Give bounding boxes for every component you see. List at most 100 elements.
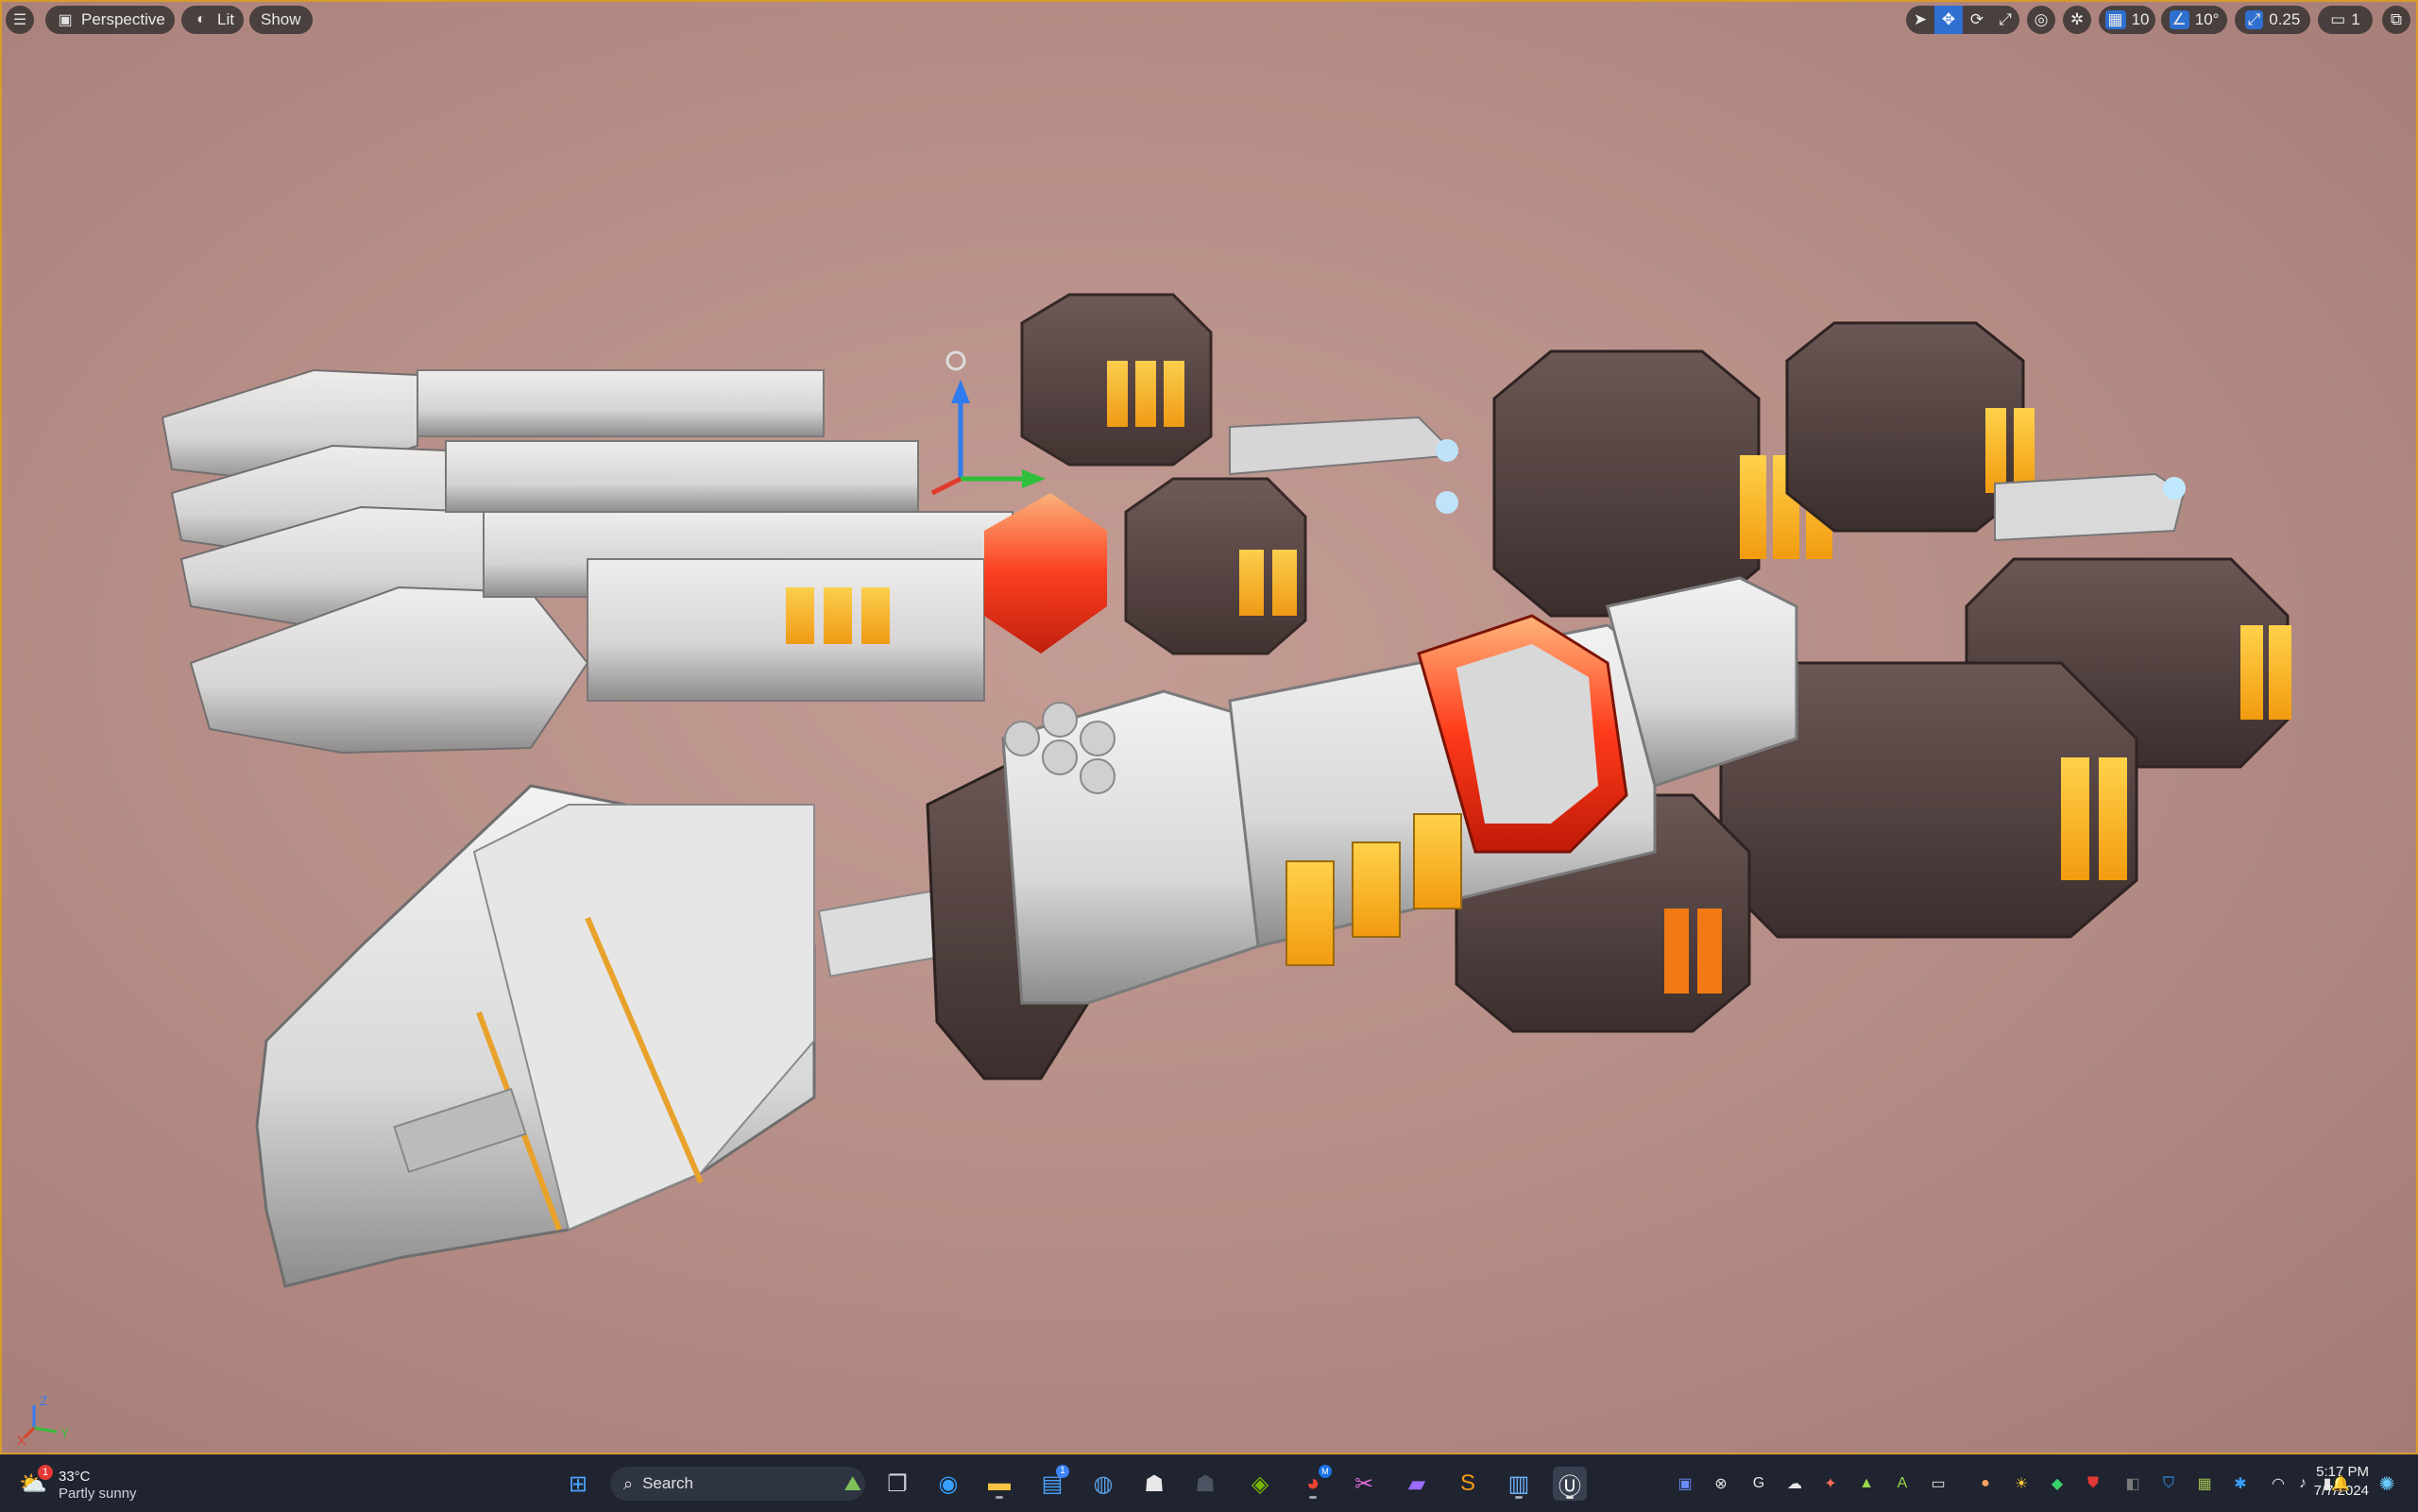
search-highlight-icon: ⛰ bbox=[843, 1471, 861, 1495]
cube-icon: ▣ bbox=[58, 12, 73, 28]
back-ship-row bbox=[161, 293, 1459, 755]
scale-snap-value: 0.25 bbox=[2269, 10, 2301, 28]
perspective-label: Perspective bbox=[81, 10, 165, 28]
globe-icon: ◍ bbox=[1093, 1470, 1114, 1497]
dark-app-button[interactable]: ☗ bbox=[1188, 1467, 1222, 1501]
grid-icon: ▦ bbox=[2104, 10, 2126, 29]
windows-taskbar: ⛅ 1 33°C Partly sunny ⊞ ⌕ Search ⛰ ❐ ◉ ▬… bbox=[0, 1454, 2418, 1512]
axis-y-label: Y bbox=[60, 1425, 70, 1440]
cloud-tray-icon[interactable]: ☁ bbox=[1783, 1472, 1806, 1495]
lit-dropdown[interactable]: ◐ Lit bbox=[181, 6, 244, 34]
cursor-icon: ➤ bbox=[1913, 10, 1928, 28]
globe-icon: ◎ bbox=[2034, 10, 2049, 28]
axis-z-label: Z bbox=[40, 1393, 48, 1408]
bluetooth-tray-icon[interactable]: ✱ bbox=[2229, 1472, 2252, 1495]
store-badge: 1 bbox=[1056, 1465, 1069, 1478]
rotate-icon: ⟳ bbox=[1969, 10, 1984, 28]
edge-button[interactable]: ◉ bbox=[931, 1467, 965, 1501]
maximize-icon: ⧉ bbox=[2390, 10, 2403, 28]
clock-time: 5:17 PM bbox=[2316, 1464, 2369, 1480]
alien-dark-icon: ☗ bbox=[1195, 1470, 1216, 1497]
camera-speed-value: 1 bbox=[2351, 10, 2360, 28]
mcafee-tray-icon[interactable]: ⛊ bbox=[2082, 1472, 2104, 1495]
surface-snap-icon: ✲ bbox=[2069, 10, 2085, 28]
unreal-engine-button[interactable]: Ⓤ bbox=[1553, 1467, 1587, 1501]
weather-badge: 1 bbox=[38, 1465, 53, 1480]
folder-icon: ▬ bbox=[988, 1470, 1011, 1496]
notepad-icon: ▥ bbox=[1507, 1470, 1530, 1497]
perspective-dropdown[interactable]: ▣ Perspective bbox=[45, 6, 175, 34]
xbox-tray-icon[interactable]: ⊗ bbox=[1710, 1472, 1732, 1495]
clipchamp-button[interactable]: ▰ bbox=[1400, 1467, 1434, 1501]
weather-widget[interactable]: ⛅ 1 33°C Partly sunny bbox=[17, 1465, 206, 1504]
scissors-icon: ✂ bbox=[1354, 1470, 1374, 1497]
nvidia-tray-icon[interactable]: ◆ bbox=[2046, 1472, 2069, 1495]
task-view-button[interactable]: ❐ bbox=[880, 1467, 914, 1501]
lit-label: Lit bbox=[217, 10, 234, 28]
hamburger-icon: ☰ bbox=[12, 12, 27, 28]
weather-condition: Partly sunny bbox=[59, 1486, 137, 1502]
show-dropdown[interactable]: Show bbox=[249, 6, 313, 34]
rotation-snap-button[interactable]: ∠ 10° bbox=[2161, 6, 2227, 34]
nvidia-button[interactable]: ◈ bbox=[1243, 1467, 1277, 1501]
scale-icon: ⤢ bbox=[1999, 10, 2012, 28]
nvidia-icon: ◈ bbox=[1251, 1470, 1269, 1497]
chrome-button[interactable]: ◕ M bbox=[1296, 1465, 1332, 1501]
spaceship-scene[interactable] bbox=[2, 2, 2418, 1454]
world-local-toggle[interactable]: ◎ bbox=[2027, 6, 2055, 34]
grammarly-tray-icon[interactable]: G bbox=[1747, 1472, 1770, 1495]
maps-button[interactable]: ◍ bbox=[1086, 1467, 1120, 1501]
defender-tray-icon[interactable]: ⛉ bbox=[2157, 1472, 2180, 1495]
move-arrows-icon: ✥ bbox=[1941, 10, 1956, 28]
windows-logo-icon: ⊞ bbox=[568, 1470, 588, 1497]
task-view-icon: ❐ bbox=[887, 1470, 908, 1497]
maximize-viewport-button[interactable]: ⧉ bbox=[2382, 6, 2410, 34]
box-tray-icon[interactable]: ◧ bbox=[2121, 1472, 2144, 1495]
sublime-icon: S bbox=[1459, 1470, 1475, 1496]
scale-mode-button[interactable]: ⤢ bbox=[1991, 6, 2019, 34]
alien-icon: ☗ bbox=[1144, 1470, 1165, 1497]
taskbar-clock[interactable]: 5:17 PM 7/7/2024 bbox=[2256, 1463, 2369, 1501]
teams-tray-icon[interactable]: ▣ bbox=[1674, 1472, 1696, 1495]
notepad-button[interactable]: ▥ bbox=[1502, 1467, 1536, 1501]
camera-icon: ▭ bbox=[2330, 10, 2346, 28]
file-explorer-button[interactable]: ▬ bbox=[982, 1467, 1016, 1501]
game-tray-icon[interactable]: ▦ bbox=[2193, 1472, 2216, 1495]
clapper-icon: ▰ bbox=[1407, 1470, 1426, 1497]
notification-bell-icon[interactable]: 🔔 bbox=[2329, 1472, 2352, 1495]
shield-tray-icon[interactable]: ▲ bbox=[1855, 1472, 1878, 1495]
angle-icon: ∠ bbox=[2169, 10, 2189, 29]
rotate-mode-button[interactable]: ⟳ bbox=[1963, 6, 1991, 34]
start-button[interactable]: ⊞ bbox=[561, 1467, 595, 1501]
snipping-tool-button[interactable]: ✂ bbox=[1347, 1467, 1381, 1501]
translate-mode-button[interactable]: ✥ bbox=[1934, 6, 1963, 34]
grid-snap-value: 10 bbox=[2131, 10, 2150, 28]
edge-icon: ◉ bbox=[938, 1470, 959, 1497]
copilot-icon[interactable]: ✺ bbox=[2371, 1470, 2403, 1498]
monitor-tray-icon[interactable]: ▭ bbox=[1927, 1472, 1950, 1495]
sublime-button[interactable]: S bbox=[1451, 1467, 1485, 1501]
rotation-snap-value: 10° bbox=[2194, 10, 2220, 28]
viewport-options-menu[interactable]: ☰ bbox=[6, 6, 34, 34]
level-viewport[interactable]: ☰ ▣ Perspective ◐ Lit Show ➤ ✥ ⟳ ⤢ ◎ ✲ ▦… bbox=[0, 0, 2418, 1454]
chrome-badge: M bbox=[1319, 1465, 1332, 1478]
show-label: Show bbox=[261, 10, 301, 28]
taskbar-search-box[interactable]: ⌕ Search ⛰ bbox=[610, 1467, 865, 1501]
grid-snap-button[interactable]: ▦ 10 bbox=[2099, 6, 2155, 34]
alienware-button[interactable]: ☗ bbox=[1137, 1467, 1171, 1501]
camera-speed-button[interactable]: ▭ 1 bbox=[2318, 6, 2373, 34]
clock-date: 7/7/2024 bbox=[2313, 1483, 2369, 1499]
scale-snap-button[interactable]: ⤢ 0.25 bbox=[2235, 6, 2310, 34]
sun-tray-icon[interactable]: ☀ bbox=[2010, 1472, 2033, 1495]
orb-tray-icon[interactable]: ● bbox=[1974, 1472, 1997, 1495]
store-button[interactable]: ▤ 1 bbox=[1035, 1465, 1069, 1501]
select-mode-button[interactable]: ➤ bbox=[1906, 6, 1934, 34]
search-placeholder: Search bbox=[642, 1474, 693, 1492]
font-tray-icon[interactable]: A bbox=[1891, 1472, 1914, 1495]
surface-snap-button[interactable]: ✲ bbox=[2063, 6, 2091, 34]
axis-indicator: Z Y X bbox=[17, 1393, 70, 1447]
chrome-icon: ◕ bbox=[1305, 1470, 1320, 1496]
axis-x-label: X bbox=[17, 1433, 26, 1447]
search-icon: ⌕ bbox=[623, 1473, 634, 1493]
app-tray-icon[interactable]: ✦ bbox=[1819, 1472, 1842, 1495]
